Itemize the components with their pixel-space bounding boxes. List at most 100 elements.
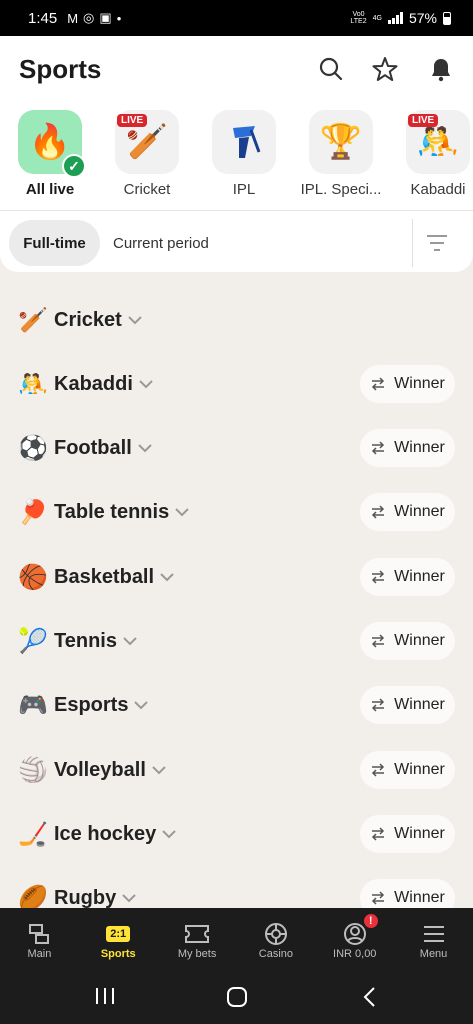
esports-icon: 🎮: [18, 691, 48, 719]
swap-icon: [372, 827, 385, 841]
swap-icon: [372, 570, 385, 584]
winner-button[interactable]: Winner: [360, 751, 455, 789]
swap-icon: [372, 505, 385, 519]
sport-name[interactable]: Rugby: [54, 887, 138, 908]
carousel-label: Kabaddi: [410, 181, 466, 198]
chevron-down-icon: [128, 316, 142, 325]
nav-label: Sports: [100, 948, 136, 960]
sport-name[interactable]: Table tennis: [54, 501, 191, 524]
layers-icon: [0, 920, 79, 948]
winner-button[interactable]: Winner: [360, 879, 455, 908]
dot-icon: •: [116, 10, 122, 26]
cricket-icon: 🏏 LIVE: [115, 110, 179, 174]
list-item[interactable]: 🏐 Volleyball Winner: [0, 738, 473, 802]
football-icon: ⚽: [18, 434, 48, 462]
basketball-icon: 🏀: [18, 563, 48, 591]
swap-icon: [372, 441, 385, 455]
chevron-down-icon: [152, 766, 166, 775]
sport-name[interactable]: Cricket: [54, 309, 144, 332]
chevron-down-icon: [139, 380, 153, 389]
system-nav-bar: [0, 972, 473, 1024]
check-icon: ✓: [62, 154, 86, 178]
search-icon[interactable]: [318, 56, 344, 82]
nav-casino[interactable]: Casino: [236, 908, 315, 972]
scoreboard-icon: 2:1: [106, 926, 131, 942]
winner-button[interactable]: Winner: [360, 429, 455, 467]
nav-account[interactable]: ! INR 0,00: [315, 908, 394, 972]
sport-name[interactable]: Esports: [54, 694, 150, 717]
winner-button[interactable]: Winner: [360, 815, 455, 853]
sport-name[interactable]: Tennis: [54, 630, 139, 653]
volte-indicator: Vo0 LTE2: [350, 11, 367, 25]
carousel-item-all-live[interactable]: 🔥 ✓ All live: [2, 110, 98, 198]
cricket-icon: 🏏: [18, 306, 48, 334]
swap-icon: [372, 634, 385, 648]
page-title: Sports: [19, 54, 102, 84]
gallery-icon: ▣: [99, 10, 112, 25]
ice-hockey-icon: 🏒: [18, 820, 48, 848]
winner-button[interactable]: Winner: [360, 493, 455, 531]
sport-name[interactable]: Basketball: [54, 566, 176, 589]
account-icon: [315, 920, 394, 948]
alert-badge: !: [361, 912, 380, 930]
list-item[interactable]: 🎮 Esports Winner: [0, 673, 473, 737]
winner-button[interactable]: Winner: [360, 622, 455, 660]
carousel-label: All live: [25, 181, 75, 198]
winner-button[interactable]: Winner: [360, 686, 455, 724]
home-icon[interactable]: [226, 986, 248, 1013]
list-item[interactable]: 🏓 Table tennis Winner: [0, 480, 473, 544]
sport-name[interactable]: Volleyball: [54, 759, 168, 782]
trophy-icon: 🏆: [309, 110, 373, 174]
winner-button[interactable]: Winner: [360, 558, 455, 596]
winner-button[interactable]: Winner: [360, 365, 455, 403]
swap-icon: [372, 698, 385, 712]
bottom-nav: Main 2:1 Sports My bets Casino ! INR 0,0…: [0, 908, 473, 972]
star-icon[interactable]: [372, 56, 398, 82]
carousel-label: IPL. Speci...: [300, 181, 382, 198]
list-item[interactable]: 🏏 Cricket: [0, 288, 473, 352]
tab-current-period[interactable]: Current period: [113, 220, 209, 266]
sport-name[interactable]: Football: [54, 437, 154, 460]
chevron-down-icon: [162, 830, 177, 839]
volleyball-icon: 🏐: [18, 756, 48, 784]
chevron-down-icon: [134, 701, 149, 710]
list-item[interactable]: 🏒 Ice hockey Winner: [0, 802, 473, 866]
list-item[interactable]: ⚽ Football Winner: [0, 416, 473, 480]
roulette-icon: [236, 920, 315, 948]
back-icon[interactable]: [362, 986, 378, 1013]
live-badge: LIVE: [117, 114, 148, 127]
fire-icon: 🔥 ✓: [18, 110, 86, 178]
hamburger-icon: [394, 920, 473, 948]
nav-my-bets[interactable]: My bets: [158, 908, 237, 972]
nav-menu[interactable]: Menu: [394, 908, 473, 972]
tennis-icon: 🎾: [18, 627, 48, 655]
sport-name[interactable]: Kabaddi: [54, 373, 155, 396]
list-item[interactable]: 🤼 Kabaddi Winner: [0, 352, 473, 416]
carousel-item-ipl-special[interactable]: 🏆 IPL. Speci...: [293, 110, 389, 198]
kabaddi-icon: 🤼: [18, 370, 48, 398]
live-badge: LIVE: [408, 114, 439, 127]
chevron-down-icon: [175, 508, 189, 517]
list-item[interactable]: 🎾 Tennis Winner: [0, 609, 473, 673]
nav-label: INR 0,00: [333, 948, 377, 960]
nav-main[interactable]: Main: [0, 908, 79, 972]
period-filter: Full-time Current period: [0, 211, 473, 273]
carousel-item-ipl[interactable]: IPL: [196, 110, 292, 198]
recents-icon[interactable]: [94, 986, 116, 1011]
swap-icon: [372, 763, 385, 777]
notification-icons: M ◎ ▣ •: [67, 10, 121, 26]
sport-name[interactable]: Ice hockey: [54, 823, 178, 846]
bell-icon[interactable]: [428, 56, 454, 82]
nav-sports[interactable]: 2:1 Sports: [79, 908, 158, 972]
carousel-label: Cricket: [123, 181, 171, 198]
battery-percent: 57%: [408, 10, 437, 26]
filter-icon[interactable]: [424, 231, 450, 255]
gmail-icon: M: [67, 10, 79, 26]
carousel-item-kabaddi[interactable]: 🤼 LIVE Kabaddi: [390, 110, 473, 198]
list-item[interactable]: 🏀 Basketball Winner: [0, 545, 473, 609]
sports-carousel[interactable]: 🔥 ✓ All live 🏏 LIVE Cricket IPL 🏆 IPL. Spe…: [0, 110, 473, 210]
tab-full-time[interactable]: Full-time: [9, 220, 100, 266]
nav-label: Main: [27, 948, 52, 960]
carousel-item-cricket[interactable]: 🏏 LIVE Cricket: [99, 110, 195, 198]
list-item[interactable]: 🏉 Rugby Winner: [0, 866, 473, 908]
